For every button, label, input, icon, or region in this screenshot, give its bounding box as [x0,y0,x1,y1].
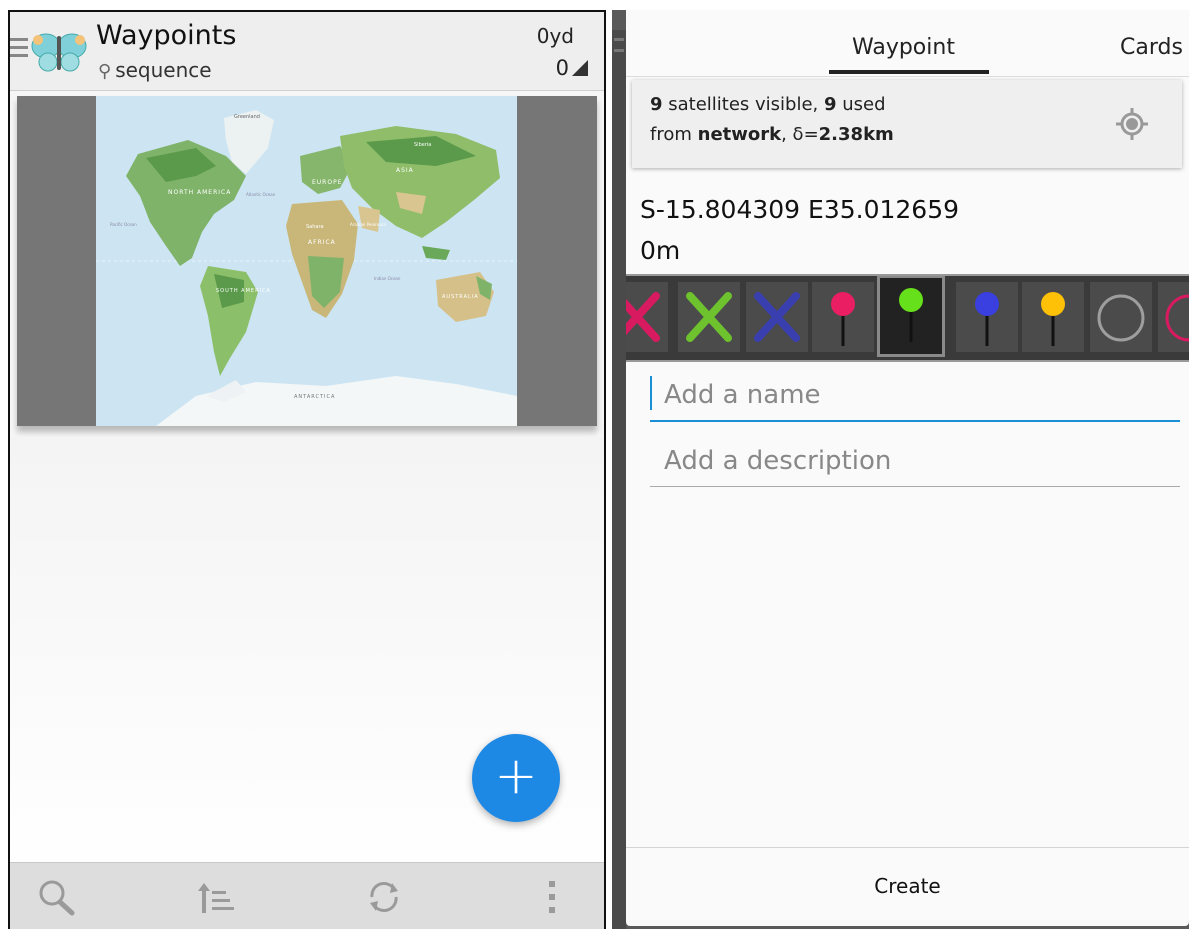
dialog-tabs: Waypoint Cards [626,10,1189,77]
red-circle-icon [1165,294,1189,342]
count-value: 0 [555,56,569,80]
map-label-asia: ASIA [396,167,414,174]
satellites-visible-count: 9 [650,94,663,115]
app-title: Waypoints [96,20,237,51]
source-prefix: from [650,124,698,145]
map-label-arabian: Arabian Peninsula [350,222,386,227]
distance-value: 0yd [536,24,574,48]
map-preview[interactable]: Greenland NORTH AMERICA EUROPE ASIA Sibe… [17,96,597,426]
refresh-icon[interactable] [362,877,406,917]
blue-pin-icon [975,292,999,346]
satellites-visible-text: satellites visible, [662,94,825,115]
icon-option-green-pin[interactable] [877,276,945,357]
icon-option-red-circle[interactable] [1158,282,1189,352]
name-field[interactable]: Add a name [650,372,1180,422]
map-label-sahara: Sahara [306,224,324,230]
accuracy-value: 2.38km [818,124,894,145]
signal-triangle-icon [572,60,588,76]
add-waypoint-button[interactable]: + [472,734,560,822]
green-pin-icon [899,288,923,342]
icon-option-blue-cross[interactable] [746,282,808,352]
satellite-status: 9 satellites visible, 9 used [650,94,886,115]
name-placeholder: Add a name [664,380,821,410]
accuracy-prefix: , δ= [781,124,819,145]
drawer-menu-icon[interactable] [10,38,28,62]
create-waypoint-dialog: Waypoint Cards 9 satellites visible, 9 u… [626,10,1189,926]
yellow-pin-icon [1041,292,1065,346]
satellites-used-text: used [836,94,886,115]
blue-cross-icon [754,292,800,342]
waypoints-screen: Waypoints ⚲ sequence 0yd 0 Greenland NOR… [8,10,606,929]
map-label-indian: Indian Ocean [374,276,401,281]
sort-mode-label[interactable]: ⚲ sequence [98,58,212,82]
waypoint-count: 0 [556,56,588,80]
tab-cards[interactable]: Cards [1120,35,1183,60]
altitude: 0m [640,236,681,265]
waypoint-icon-picker[interactable] [626,274,1189,362]
dimmed-background [612,30,626,929]
map-label-pacific: Pacific Ocean [110,222,137,227]
map-label-europe: EUROPE [312,179,342,186]
icon-option-green-cross[interactable] [678,282,740,352]
map-label-atlantic: Atlantic Ocean [246,192,276,197]
tab-waypoint[interactable]: Waypoint [852,35,955,60]
map-label-north-america: NORTH AMERICA [168,189,231,196]
world-map[interactable]: Greenland NORTH AMERICA EUROPE ASIA Sibe… [96,96,517,426]
search-icon[interactable] [36,877,80,917]
map-label-africa: AFRICA [308,239,336,246]
map-label-antarctica: ANTARCTICA [294,394,335,400]
red-cross-icon [626,292,660,342]
app-bar: Waypoints ⚲ sequence 0yd 0 [10,12,604,91]
description-placeholder: Add a description [664,446,892,476]
overflow-menu-icon[interactable] [530,877,574,917]
gps-locate-icon[interactable] [1114,106,1150,142]
coordinates: S-15.804309 E35.012659 [640,195,960,224]
gps-status-card: 9 satellites visible, 9 used from networ… [632,80,1182,168]
map-label-siberia: Siberia [414,142,431,148]
source-value: network [697,124,782,145]
map-label-australia: AUSTRALIA [442,294,479,300]
gray-circle-icon [1097,294,1145,342]
text-cursor [650,376,652,410]
location-source: from network, δ=2.38km [650,124,894,145]
map-label-south-america: SOUTH AMERICA [216,288,271,294]
create-waypoint-screen: Waypoint Cards 9 satellites visible, 9 u… [612,10,1189,929]
sort-mode-text: sequence [115,58,212,82]
bottom-toolbar [10,862,604,929]
icon-option-gray-circle[interactable] [1090,282,1152,352]
plus-icon: + [494,746,538,806]
pink-pin-icon [831,292,855,346]
map-label-greenland: Greenland [234,114,260,120]
icon-option-red-cross[interactable] [626,282,668,352]
active-tab-indicator [829,70,989,74]
icon-option-yellow-pin[interactable] [1022,282,1084,352]
icon-option-blue-pin[interactable] [956,282,1018,352]
sort-icon[interactable] [196,877,240,917]
butterfly-logo-icon[interactable] [28,26,90,76]
green-cross-icon [686,292,732,342]
create-button[interactable]: Create [626,874,1189,898]
dialog-footer: Create [626,847,1189,926]
pins-icon: ⚲ [98,61,112,82]
icon-option-pink-pin[interactable] [812,282,874,352]
satellites-used-count: 9 [824,94,837,115]
description-field[interactable]: Add a description [650,442,1180,487]
